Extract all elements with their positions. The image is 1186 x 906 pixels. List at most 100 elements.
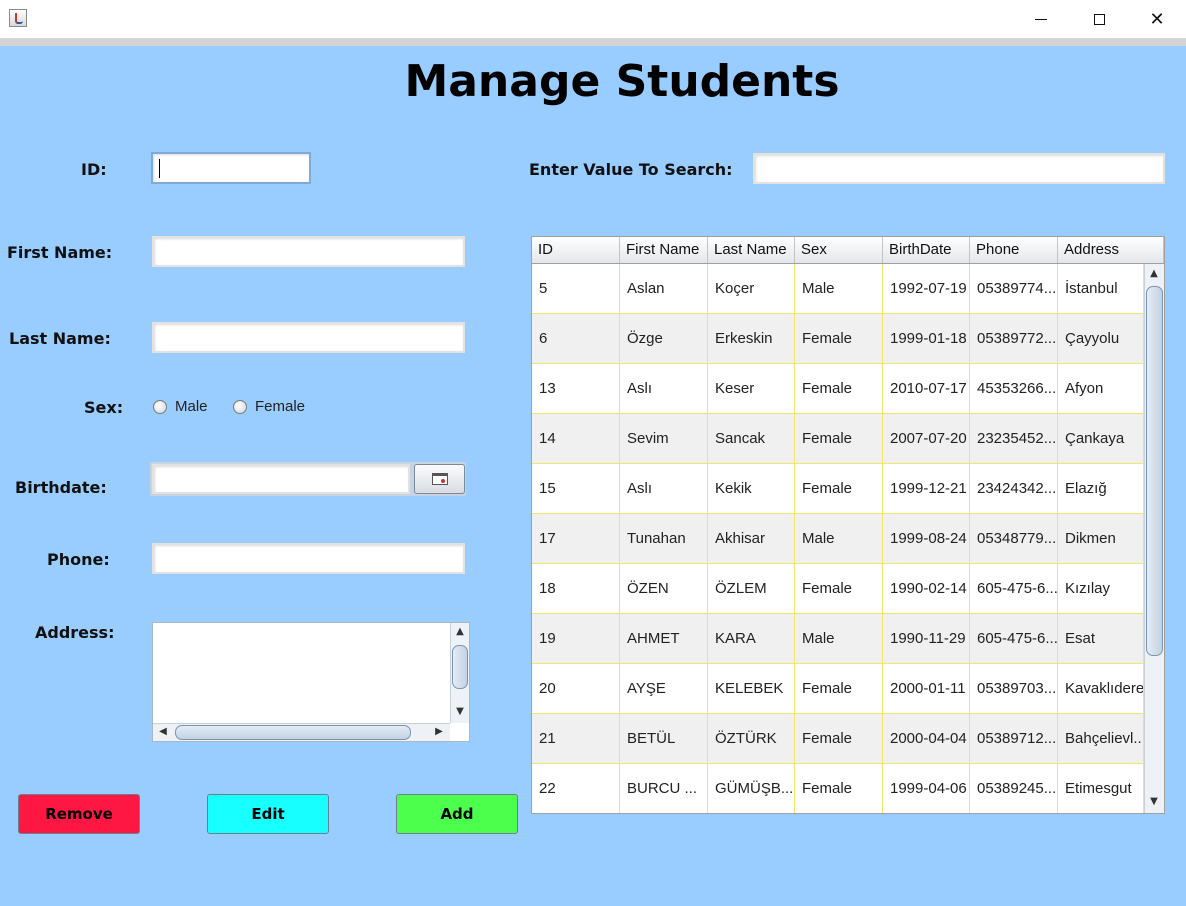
search-input[interactable] xyxy=(753,153,1165,184)
scroll-thumb[interactable] xyxy=(452,645,468,689)
column-header[interactable]: Last Name xyxy=(708,237,795,263)
close-button[interactable]: ✕ xyxy=(1128,0,1186,38)
students-table[interactable]: ID First Name Last Name Sex BirthDate Phone Ad… xyxy=(531,236,1165,814)
table-cell[interactable]: Female xyxy=(795,364,883,414)
table-cell[interactable]: Female xyxy=(795,564,883,614)
table-cell[interactable]: Female xyxy=(795,314,883,364)
table-cell[interactable]: Kekik xyxy=(708,464,795,514)
table-cell[interactable]: 05348779... xyxy=(970,514,1058,564)
table-cell[interactable]: 2007-07-20 xyxy=(883,414,970,464)
table-cell[interactable]: 1999-04-06 xyxy=(883,764,970,813)
table-row[interactable]: 14 Sevim Sancak Female 2007-07-20 23235452...… xyxy=(532,414,1144,464)
table-row[interactable]: 19 AHMET KARA Male 1990-11-29 605-475-6... Esa… xyxy=(532,614,1144,664)
table-cell[interactable]: Tunahan xyxy=(620,514,708,564)
table-cell[interactable]: 605-475-6... xyxy=(970,614,1058,664)
scroll-left-arrow-icon[interactable]: ◀ xyxy=(155,725,171,739)
maximize-button[interactable] xyxy=(1070,0,1128,38)
table-cell[interactable]: 1999-08-24 xyxy=(883,514,970,564)
table-cell[interactable]: 05389774... xyxy=(970,264,1058,314)
table-cell[interactable]: 45353266... xyxy=(970,364,1058,414)
table-cell[interactable]: AYŞE xyxy=(620,664,708,714)
table-cell[interactable]: Akhisar xyxy=(708,514,795,564)
column-header[interactable]: First Name xyxy=(620,237,708,263)
table-cell[interactable]: 605-475-6... xyxy=(970,564,1058,614)
table-row[interactable]: 18 ÖZEN ÖZLEM Female 1990-02-14 605-475-6... K… xyxy=(532,564,1144,614)
table-vertical-scrollbar[interactable]: ▲ ▼ xyxy=(1144,264,1164,813)
table-cell[interactable]: 05389772... xyxy=(970,314,1058,364)
table-cell[interactable]: Female xyxy=(795,764,883,813)
table-cell[interactable]: 1990-02-14 xyxy=(883,564,970,614)
table-row[interactable]: 6 Özge Erkeskin Female 1999-01-18 05389772...… xyxy=(532,314,1144,364)
table-cell[interactable]: Sevim xyxy=(620,414,708,464)
table-cell[interactable]: Elazığ xyxy=(1058,464,1144,514)
female-radio[interactable]: Female xyxy=(233,398,305,415)
table-cell[interactable]: AHMET xyxy=(620,614,708,664)
table-row[interactable]: 15 Aslı Kekik Female 1999-12-21 23424342... El… xyxy=(532,464,1144,514)
table-cell[interactable]: KARA xyxy=(708,614,795,664)
table-cell[interactable]: Female xyxy=(795,464,883,514)
table-row[interactable]: 13 Aslı Keser Female 2010-07-17 45353266... Af… xyxy=(532,364,1144,414)
table-cell[interactable]: 20 xyxy=(532,664,620,714)
minimize-button[interactable] xyxy=(1012,0,1070,38)
scroll-down-arrow-icon[interactable]: ▼ xyxy=(452,705,468,719)
table-cell[interactable]: 1992-07-19 xyxy=(883,264,970,314)
scroll-thumb[interactable] xyxy=(175,725,411,740)
column-header[interactable]: Phone xyxy=(970,237,1058,263)
table-cell[interactable]: BETÜL xyxy=(620,714,708,764)
table-cell[interactable]: 2010-07-17 xyxy=(883,364,970,414)
table-cell[interactable]: 18 xyxy=(532,564,620,614)
table-cell[interactable]: 05389712... xyxy=(970,714,1058,764)
table-row[interactable]: 5 Aslan Koçer Male 1992-07-19 05389774... İsta… xyxy=(532,264,1144,314)
add-button[interactable]: Add xyxy=(396,794,518,834)
table-cell[interactable]: İstanbul xyxy=(1058,264,1144,314)
table-cell[interactable]: 2000-04-04 xyxy=(883,714,970,764)
male-radio[interactable]: Male xyxy=(153,398,208,415)
table-cell[interactable]: 22 xyxy=(532,764,620,813)
table-cell[interactable]: 14 xyxy=(532,414,620,464)
table-cell[interactable]: Esat xyxy=(1058,614,1144,664)
scroll-down-arrow-icon[interactable]: ▼ xyxy=(1146,795,1162,809)
table-cell[interactable]: KELEBEK xyxy=(708,664,795,714)
column-header[interactable]: Sex xyxy=(795,237,883,263)
table-cell[interactable]: 5 xyxy=(532,264,620,314)
table-cell[interactable]: Bahçelievl... xyxy=(1058,714,1144,764)
first-name-input[interactable] xyxy=(152,236,465,267)
table-cell[interactable]: ÖZTÜRK xyxy=(708,714,795,764)
table-cell[interactable]: Male xyxy=(795,514,883,564)
table-cell[interactable]: 21 xyxy=(532,714,620,764)
address-vertical-scrollbar[interactable]: ▲ ▼ xyxy=(450,623,469,723)
table-cell[interactable]: Aslı xyxy=(620,364,708,414)
table-cell[interactable]: Kızılay xyxy=(1058,564,1144,614)
table-cell[interactable]: Male xyxy=(795,264,883,314)
scroll-up-arrow-icon[interactable]: ▲ xyxy=(452,625,468,639)
table-cell[interactable]: 15 xyxy=(532,464,620,514)
scroll-thumb[interactable] xyxy=(1146,286,1163,656)
phone-input[interactable] xyxy=(152,543,465,574)
table-cell[interactable]: Dikmen xyxy=(1058,514,1144,564)
scroll-up-arrow-icon[interactable]: ▲ xyxy=(1146,267,1162,281)
table-cell[interactable]: 13 xyxy=(532,364,620,414)
scroll-right-arrow-icon[interactable]: ▶ xyxy=(431,725,447,739)
table-row[interactable]: 17 Tunahan Akhisar Male 1999-08-24 05348779..… xyxy=(532,514,1144,564)
table-cell[interactable]: Aslı xyxy=(620,464,708,514)
birthdate-input[interactable] xyxy=(152,464,410,494)
table-row[interactable]: 22 BURCU ... GÜMÜŞB... Female 1999-04-06 0538… xyxy=(532,764,1144,813)
table-cell[interactable]: Aslan xyxy=(620,264,708,314)
table-cell[interactable]: Özge xyxy=(620,314,708,364)
address-textarea[interactable]: ▲ ▼ ◀ ▶ xyxy=(152,622,470,742)
table-cell[interactable]: Sancak xyxy=(708,414,795,464)
table-cell[interactable]: Male xyxy=(795,614,883,664)
id-input[interactable] xyxy=(151,152,311,184)
table-cell[interactable]: 05389703... xyxy=(970,664,1058,714)
remove-button[interactable]: Remove xyxy=(18,794,140,834)
table-cell[interactable]: 23424342... xyxy=(970,464,1058,514)
table-cell[interactable]: 1999-01-18 xyxy=(883,314,970,364)
table-row[interactable]: 21 BETÜL ÖZTÜRK Female 2000-04-04 05389712...… xyxy=(532,714,1144,764)
table-cell[interactable]: Koçer xyxy=(708,264,795,314)
table-cell[interactable]: 23235452... xyxy=(970,414,1058,464)
table-row[interactable]: 20 AYŞE KELEBEK Female 2000-01-11 05389703...… xyxy=(532,664,1144,714)
table-cell[interactable]: Female xyxy=(795,664,883,714)
table-cell[interactable]: Çayyolu xyxy=(1058,314,1144,364)
calendar-button[interactable] xyxy=(414,464,465,494)
table-cell[interactable]: Female xyxy=(795,414,883,464)
